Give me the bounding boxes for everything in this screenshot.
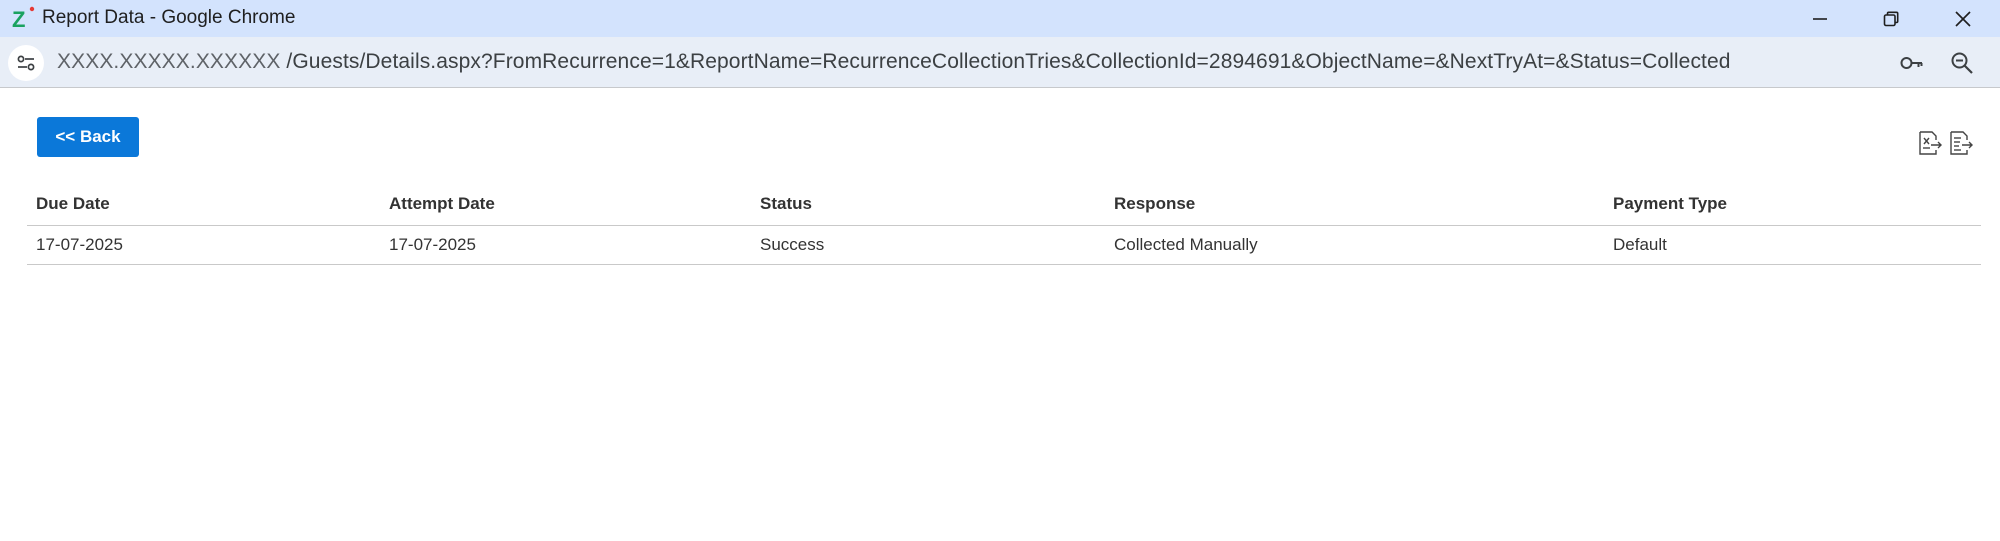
close-icon [1955,10,1971,27]
url-field[interactable]: XXXX.XXXXX.XXXXXX /Guests/Details.aspx?F… [57,50,1731,74]
cell-due-date: 17-07-2025 [27,225,380,265]
key-icon [1900,57,1923,69]
restore-button[interactable] [1857,0,1925,37]
header-due-date[interactable]: Due Date [27,183,380,226]
close-button[interactable] [1929,0,1997,37]
cell-response: Collected Manually [1105,225,1604,265]
zoom-out-icon [1951,52,1973,74]
logo-letter: Z [12,7,25,31]
app-logo-icon: Z [11,5,35,32]
cell-attempt-date: 17-07-2025 [380,225,751,265]
csv-export-icon[interactable] [1948,130,1974,156]
report-table: Due Date Attempt Date Status Response Pa… [27,183,1981,265]
minimize-icon [1813,17,1827,20]
password-key-button[interactable] [1898,49,1926,77]
address-bar: XXXX.XXXXX.XXXXXX /Guests/Details.aspx?F… [0,37,2000,88]
excel-export-icon[interactable] [1917,130,1943,156]
back-button[interactable]: << Back [37,117,139,157]
tune-icon [17,55,35,71]
header-response[interactable]: Response [1105,183,1604,226]
window-titlebar: Z Report Data - Google Chrome [0,0,2000,37]
window-title: Report Data - Google Chrome [42,7,296,28]
cell-payment-type: Default [1604,225,1981,265]
site-info-button[interactable] [8,45,44,81]
header-status[interactable]: Status [751,183,1105,226]
url-host: XXXX.XXXXX.XXXXXX [57,50,281,73]
zoom-button[interactable] [1948,49,1976,77]
header-attempt-date[interactable]: Attempt Date [380,183,751,226]
table-row: 17-07-2025 17-07-2025 Success Collected … [27,225,1981,265]
header-payment-type[interactable]: Payment Type [1604,183,1981,226]
cell-status: Success [751,225,1105,265]
url-path: /Guests/Details.aspx?FromRecurrence=1&Re… [280,50,1731,73]
table-header-row: Due Date Attempt Date Status Response Pa… [27,183,1981,226]
minimize-button[interactable] [1786,0,1854,37]
restore-icon [1883,11,1899,26]
